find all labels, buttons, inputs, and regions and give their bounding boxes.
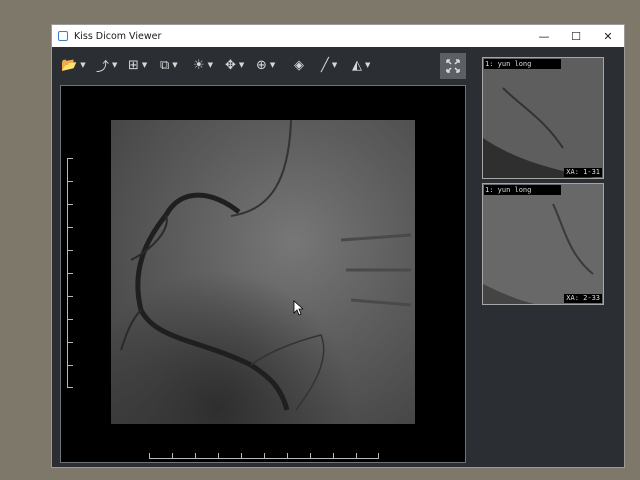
pan-tool[interactable]: ✥ ▼	[225, 57, 244, 73]
dropdown-arrow-icon[interactable]: ▼	[112, 61, 117, 69]
series-thumbnail-2[interactable]: 1: yun long XA: 2-33	[482, 183, 604, 305]
layers-icon: ◈	[294, 57, 304, 73]
folder-icon: 📂	[61, 57, 78, 73]
move-icon: ✥	[225, 57, 236, 73]
thumbnail-image	[483, 184, 603, 304]
measure-tool[interactable]: ╱ ▼	[321, 57, 337, 73]
angiogram-image[interactable]	[111, 120, 415, 424]
text-overlay-icon: ⧉	[160, 57, 170, 73]
flip-tool[interactable]: ◭ ▼	[352, 57, 370, 73]
fullscreen-button[interactable]	[440, 53, 466, 79]
fullscreen-icon	[446, 59, 460, 73]
grid-layout-icon: ⊞	[128, 57, 139, 73]
dropdown-arrow-icon[interactable]: ▼	[332, 61, 337, 69]
export-tool[interactable]: ⤴ ▼	[96, 57, 117, 75]
vertical-ruler	[67, 158, 76, 388]
series-thumbnail-1[interactable]: 1: yun long XA: 1-31	[482, 57, 604, 179]
close-button[interactable]: ✕	[592, 25, 624, 47]
zoom-icon: ⊕	[256, 57, 267, 73]
layers-tool[interactable]: ◈	[294, 57, 304, 73]
thumbnail-image	[483, 58, 603, 178]
flip-icon: ◭	[352, 57, 362, 73]
annotation-tool[interactable]: ⧉ ▼	[160, 57, 178, 73]
dropdown-arrow-icon[interactable]: ▼	[172, 61, 177, 69]
dropdown-arrow-icon[interactable]: ▼	[208, 61, 213, 69]
open-tool[interactable]: 📂 ▼	[61, 57, 86, 73]
main-viewport[interactable]	[60, 85, 466, 463]
window-title: Kiss Dicom Viewer	[74, 30, 162, 42]
thumbnail-patient-label: 1: yun long	[484, 185, 561, 195]
angiogram-vessels	[111, 120, 415, 424]
thumbnail-series-label: XA: 1-31	[564, 168, 602, 177]
thumbnail-series-label: XA: 2-33	[564, 294, 602, 303]
horizontal-ruler	[149, 452, 379, 459]
dropdown-arrow-icon[interactable]: ▼	[270, 61, 275, 69]
minimize-button[interactable]: —	[528, 25, 560, 47]
maximize-button[interactable]: ☐	[560, 25, 592, 47]
layout-tool[interactable]: ⊞ ▼	[128, 57, 147, 73]
dropdown-arrow-icon[interactable]: ▼	[142, 61, 147, 69]
title-bar[interactable]: Kiss Dicom Viewer — ☐ ✕	[52, 25, 624, 47]
zoom-tool[interactable]: ⊕ ▼	[256, 57, 275, 73]
export-icon: ⤴	[96, 59, 110, 75]
mouse-cursor-icon	[293, 300, 303, 316]
dropdown-arrow-icon[interactable]: ▼	[239, 61, 244, 69]
app-icon	[58, 31, 68, 41]
dropdown-arrow-icon[interactable]: ▼	[365, 61, 370, 69]
brightness-tool[interactable]: ☀ ▼	[193, 57, 213, 73]
brightness-icon: ☀	[193, 57, 205, 73]
dropdown-arrow-icon[interactable]: ▼	[80, 61, 85, 69]
line-measure-icon: ╱	[321, 57, 329, 73]
thumbnail-patient-label: 1: yun long	[484, 59, 561, 69]
app-window: Kiss Dicom Viewer — ☐ ✕ 📂 ▼ ⤴ ▼ ⊞ ▼ ⧉ ▼ ☀ ▼ ✥…	[51, 24, 625, 468]
